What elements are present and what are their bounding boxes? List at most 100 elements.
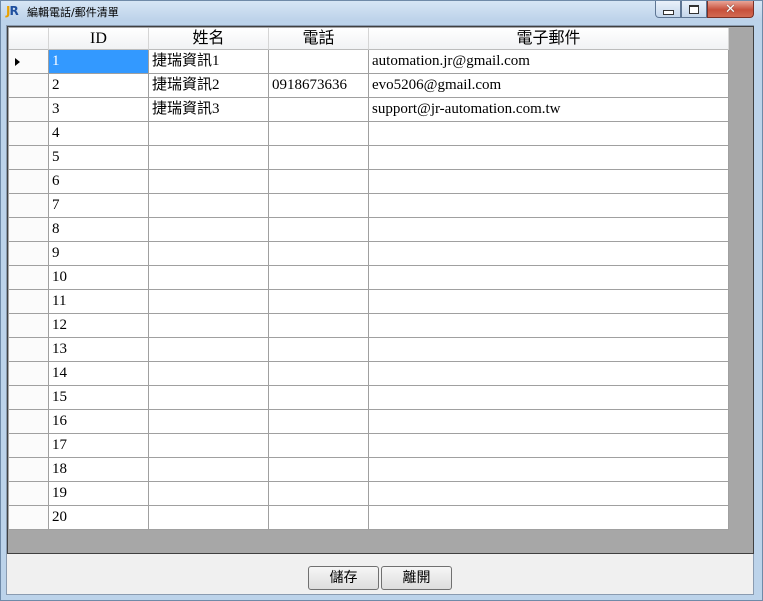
close-button[interactable]: ✕ [707, 1, 754, 18]
row-header[interactable] [9, 386, 49, 410]
column-header[interactable]: 電話 [269, 28, 369, 50]
table-cell-email[interactable]: automation.jr@gmail.com [369, 50, 729, 74]
column-header[interactable]: 電子郵件 [369, 28, 729, 50]
table-cell-email[interactable] [369, 218, 729, 242]
table-cell-name[interactable] [149, 122, 269, 146]
table-cell-email[interactable] [369, 194, 729, 218]
table-cell-name[interactable] [149, 458, 269, 482]
table-cell-id[interactable]: 8 [49, 218, 149, 242]
table-cell-email[interactable]: support@jr-automation.com.tw [369, 98, 729, 122]
table-cell-phone[interactable] [269, 386, 369, 410]
table-cell-phone[interactable] [269, 98, 369, 122]
column-header[interactable]: 姓名 [149, 28, 269, 50]
row-header[interactable] [9, 290, 49, 314]
table-cell-phone[interactable] [269, 506, 369, 530]
table-cell-id[interactable]: 14 [49, 362, 149, 386]
table-cell-id[interactable]: 16 [49, 410, 149, 434]
table-cell-name[interactable] [149, 314, 269, 338]
column-header[interactable]: ID [49, 28, 149, 50]
table-cell-name[interactable] [149, 146, 269, 170]
table-cell-id[interactable]: 10 [49, 266, 149, 290]
row-header[interactable] [9, 266, 49, 290]
row-header[interactable] [9, 506, 49, 530]
table-cell-name[interactable] [149, 218, 269, 242]
table-cell-phone[interactable] [269, 122, 369, 146]
row-header[interactable] [9, 146, 49, 170]
table-cell-id[interactable]: 20 [49, 506, 149, 530]
data-grid[interactable]: ID 姓名 電話 電子郵件 1 捷瑞資訊1 automation.jr@gmail.com 2… [7, 26, 754, 554]
table-cell-email[interactable] [369, 290, 729, 314]
table-cell-email[interactable] [369, 314, 729, 338]
table-cell-id[interactable]: 17 [49, 434, 149, 458]
table-cell-name[interactable]: 捷瑞資訊2 [149, 74, 269, 98]
table-cell-id[interactable]: 1 [49, 50, 149, 74]
table-cell-id[interactable]: 13 [49, 338, 149, 362]
table-cell-email[interactable] [369, 386, 729, 410]
table-cell-name[interactable] [149, 338, 269, 362]
table-cell-id[interactable]: 19 [49, 482, 149, 506]
table-cell-name[interactable] [149, 290, 269, 314]
table-cell-id[interactable]: 4 [49, 122, 149, 146]
title-bar[interactable]: JR 編輯電話/郵件清單 ✕ [1, 1, 762, 21]
table-cell-id[interactable]: 6 [49, 170, 149, 194]
table-cell-name[interactable] [149, 482, 269, 506]
table-cell-phone[interactable] [269, 338, 369, 362]
table-cell-name[interactable] [149, 170, 269, 194]
table-cell-phone[interactable] [269, 194, 369, 218]
exit-button[interactable]: 離開 [381, 566, 452, 590]
row-header[interactable] [9, 170, 49, 194]
table-cell-email[interactable] [369, 362, 729, 386]
table-cell-email[interactable] [369, 434, 729, 458]
table-cell-name[interactable] [149, 386, 269, 410]
table-cell-email[interactable] [369, 338, 729, 362]
table-cell-name[interactable] [149, 506, 269, 530]
row-header[interactable] [9, 410, 49, 434]
table-cell-id[interactable]: 2 [49, 74, 149, 98]
table-cell-name[interactable]: 捷瑞資訊3 [149, 98, 269, 122]
table-cell-email[interactable]: evo5206@gmail.com [369, 74, 729, 98]
table-cell-phone[interactable] [269, 482, 369, 506]
table-cell-id[interactable]: 15 [49, 386, 149, 410]
table-cell-name[interactable] [149, 266, 269, 290]
table-cell-phone[interactable] [269, 170, 369, 194]
table-cell-name[interactable]: 捷瑞資訊1 [149, 50, 269, 74]
row-header[interactable] [9, 98, 49, 122]
table-cell-email[interactable] [369, 146, 729, 170]
table-cell-phone[interactable] [269, 146, 369, 170]
table-cell-phone[interactable]: 0918673636 [269, 74, 369, 98]
row-header[interactable] [9, 218, 49, 242]
row-header[interactable] [9, 194, 49, 218]
table-cell-phone[interactable] [269, 362, 369, 386]
table-cell-name[interactable] [149, 434, 269, 458]
row-header[interactable] [9, 338, 49, 362]
maximize-button[interactable] [681, 1, 707, 18]
table-cell-id[interactable]: 3 [49, 98, 149, 122]
table-cell-id[interactable]: 5 [49, 146, 149, 170]
table-cell-email[interactable] [369, 122, 729, 146]
row-header[interactable] [9, 482, 49, 506]
table-cell-email[interactable] [369, 170, 729, 194]
table-cell-id[interactable]: 7 [49, 194, 149, 218]
table-cell-email[interactable] [369, 410, 729, 434]
table-cell-email[interactable] [369, 266, 729, 290]
row-header[interactable] [9, 50, 49, 74]
table-cell-email[interactable] [369, 482, 729, 506]
row-header[interactable] [9, 458, 49, 482]
table-cell-id[interactable]: 9 [49, 242, 149, 266]
table-cell-name[interactable] [149, 194, 269, 218]
table-cell-name[interactable] [149, 410, 269, 434]
table-cell-phone[interactable] [269, 290, 369, 314]
row-header[interactable] [9, 434, 49, 458]
table-cell-phone[interactable] [269, 266, 369, 290]
row-header[interactable] [9, 362, 49, 386]
table-cell-name[interactable] [149, 362, 269, 386]
row-header[interactable] [9, 74, 49, 98]
table-cell-name[interactable] [149, 242, 269, 266]
table-cell-phone[interactable] [269, 50, 369, 74]
table-cell-phone[interactable] [269, 458, 369, 482]
table-cell-phone[interactable] [269, 410, 369, 434]
table-cell-email[interactable] [369, 506, 729, 530]
row-header[interactable] [9, 122, 49, 146]
table-cell-email[interactable] [369, 242, 729, 266]
table-cell-phone[interactable] [269, 314, 369, 338]
